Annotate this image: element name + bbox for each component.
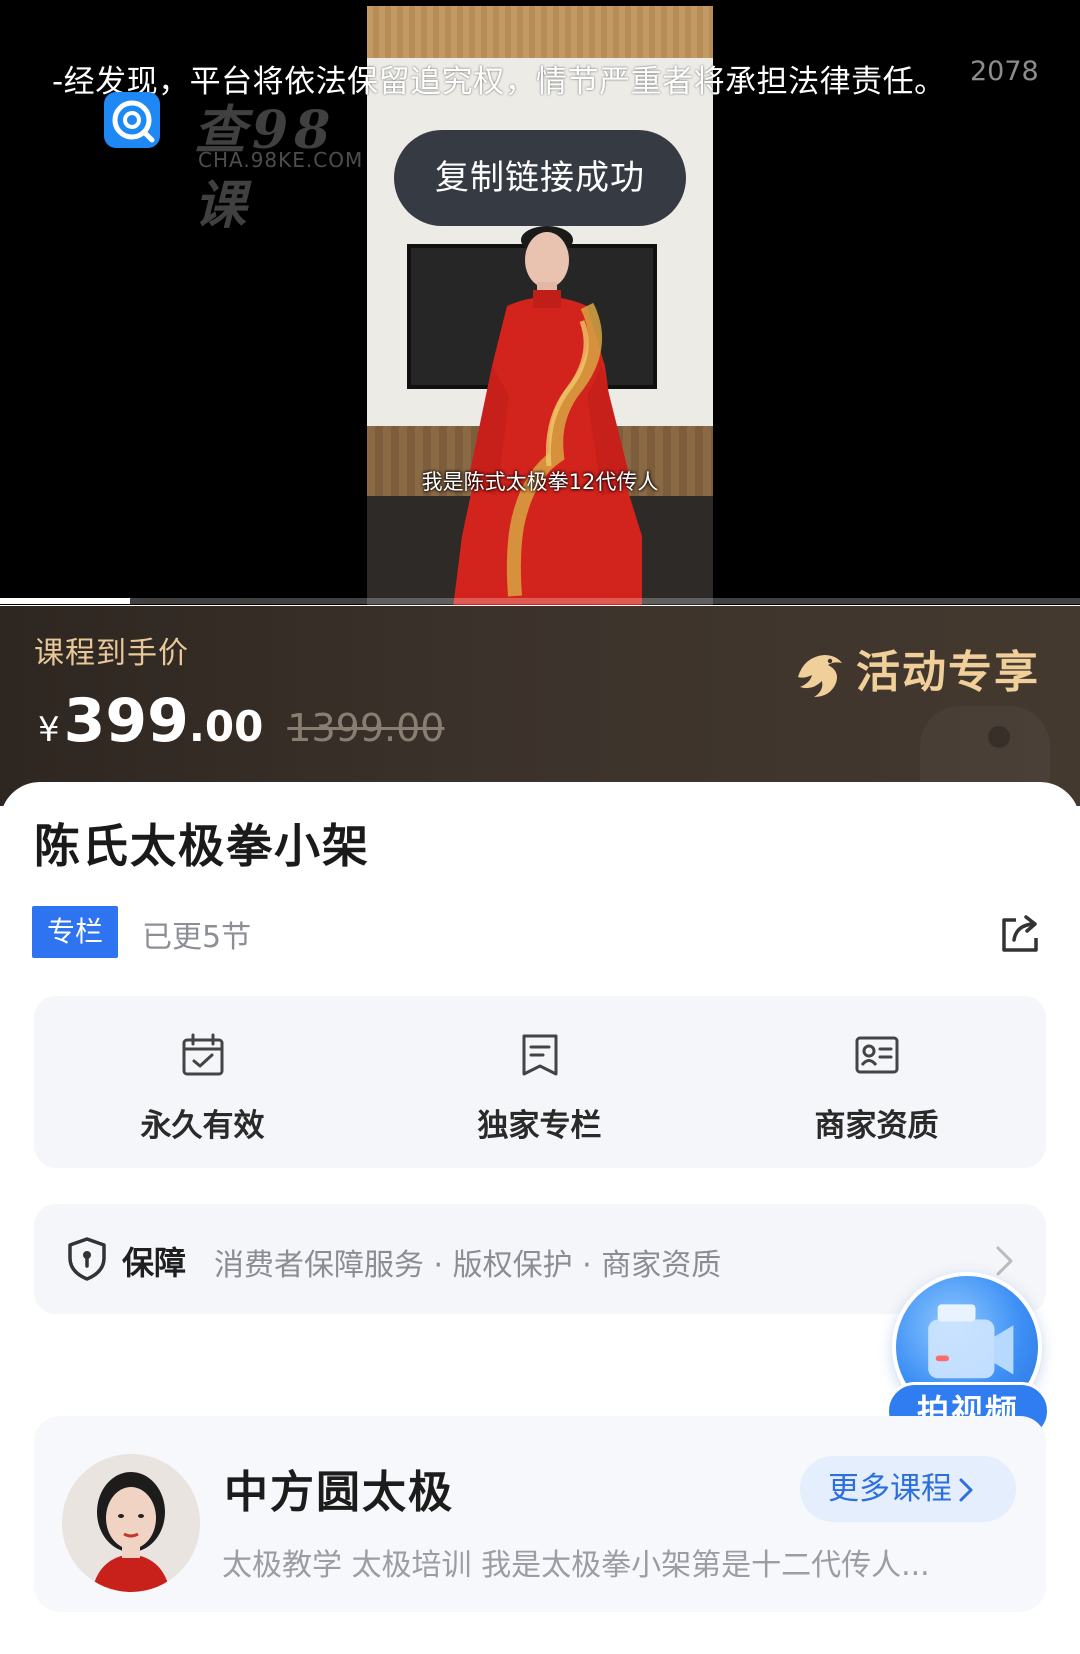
price-decimal: .00: [188, 702, 264, 751]
currency-symbol: ¥: [38, 710, 60, 750]
price-integer: 399: [63, 686, 189, 756]
video-subtitle: 我是陈式太极拳12代传人: [421, 470, 659, 494]
guarantee-description: 消费者保障服务 · 版权保护 · 商家资质: [214, 1248, 722, 1283]
chat-bubble-icon: [104, 92, 160, 148]
column-tag: 专栏: [32, 906, 118, 958]
document-icon: [517, 1032, 563, 1078]
update-count: 已更5节: [142, 920, 252, 955]
feature-label: 商家资质: [814, 1108, 939, 1144]
feature-permanent[interactable]: 永久有效: [34, 996, 371, 1168]
more-courses-button[interactable]: 更多课程: [800, 1456, 1016, 1522]
shield-icon: [66, 1236, 108, 1282]
avatar[interactable]: [62, 1454, 200, 1592]
copy-success-toast: 复制链接成功: [394, 130, 686, 226]
calendar-check-icon: [180, 1032, 226, 1078]
guarantee-title: 保障: [122, 1244, 187, 1282]
price-row: ¥399.00 1399.00: [38, 686, 444, 756]
video-person: [437, 226, 657, 605]
video-player[interactable]: 我是陈式太极拳12代传人 -经发现，平台将依法保留追究权，情节严重者将承担法律责…: [0, 0, 1080, 605]
feature-exclusive[interactable]: 独家专栏: [371, 996, 708, 1168]
overlay-code: 2078: [970, 56, 1039, 87]
feature-merchant[interactable]: 商家资质: [708, 996, 1045, 1168]
chevron-right-icon: [958, 1456, 974, 1522]
author-description: 太极教学 太极培训 我是太极拳小架第是十二代传人...: [222, 1548, 930, 1583]
promo-label: 活动专享: [856, 647, 1040, 698]
author-card[interactable]: 中方圆太极 太极教学 太极培训 我是太极拳小架第是十二代传人... 更多课程: [34, 1416, 1046, 1612]
banner-dot: [988, 726, 1010, 748]
author-name: 中方圆太极: [224, 1467, 454, 1518]
feature-label: 永久有效: [140, 1108, 265, 1144]
feature-grid: 永久有效 独家专栏 商家资质: [34, 996, 1046, 1168]
video-progress-fill: [0, 598, 130, 604]
video-progress-bar[interactable]: [0, 598, 1080, 604]
feature-label: 独家专栏: [477, 1108, 602, 1144]
price-label: 课程到手价: [34, 636, 189, 671]
more-courses-label: 更多课程: [828, 1471, 952, 1507]
id-card-icon: [854, 1032, 900, 1078]
course-title: 陈氏太极拳小架: [34, 819, 370, 873]
watermark-logo: 查98课 CHA.98KE.COM: [102, 92, 372, 236]
video-wood-top: [367, 6, 713, 58]
bird-icon: [790, 647, 846, 703]
promo-badge: 活动专享: [790, 636, 1040, 703]
watermark-domain: CHA.98KE.COM: [198, 148, 364, 172]
price-banner: 课程到手价 ¥399.00 1399.00 活动专享: [0, 606, 1080, 806]
original-price: 1399.00: [287, 706, 445, 750]
share-icon[interactable]: [996, 910, 1044, 958]
